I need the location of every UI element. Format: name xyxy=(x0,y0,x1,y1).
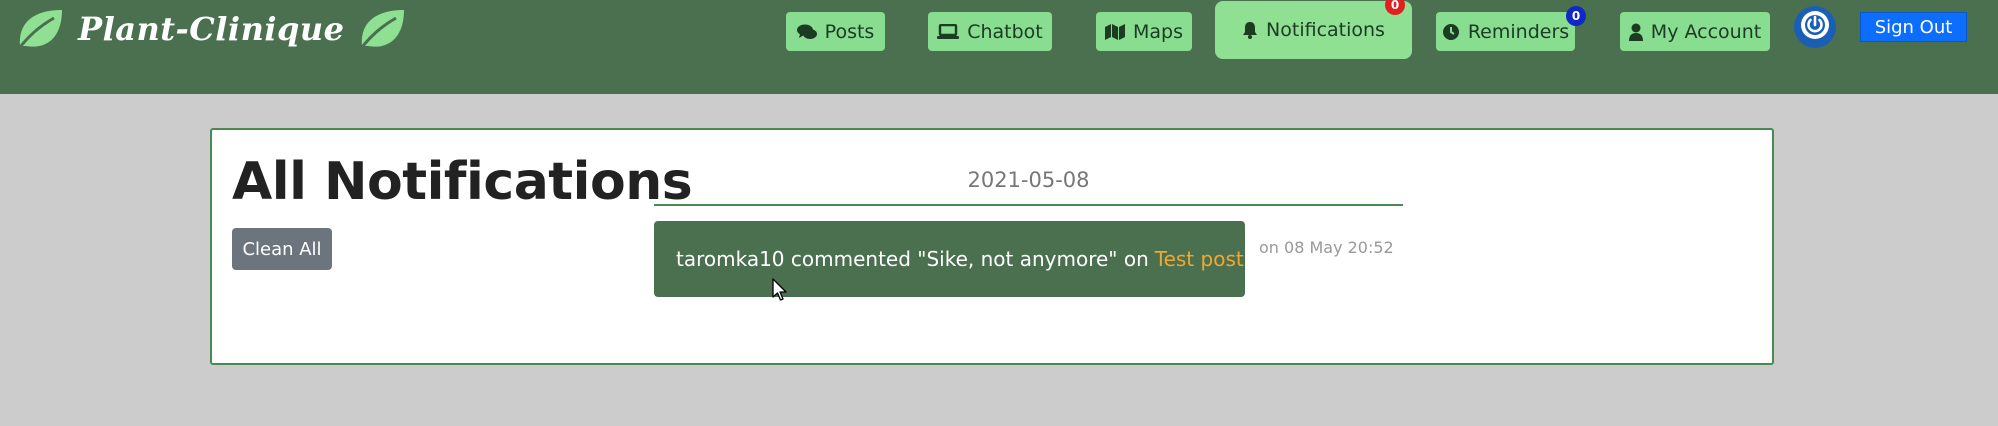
nav-chatbot-label: Chatbot xyxy=(967,20,1043,43)
clock-icon xyxy=(1442,23,1460,41)
nav-notifications-label: Notifications xyxy=(1266,19,1385,41)
nav-reminders-label: Reminders xyxy=(1467,20,1570,43)
leaf-icon xyxy=(14,6,66,52)
bell-icon xyxy=(1242,21,1258,39)
notification-timestamp: on 08 May 20:52 xyxy=(1259,238,1394,257)
mouse-cursor-icon xyxy=(772,278,788,306)
notification-text: taromka10 commented "Sike, not anymore" … xyxy=(676,247,1149,271)
nav-my-account-label: My Account xyxy=(1650,20,1762,43)
notification-item[interactable]: taromka10 commented "Sike, not anymore" … xyxy=(654,221,1245,297)
notifications-count-badge: 0 xyxy=(1385,0,1405,15)
nav-posts-button[interactable]: Posts xyxy=(786,12,885,51)
notifications-card: All Notifications Clean All 2021-05-08 t… xyxy=(210,128,1774,365)
page-title: All Notifications xyxy=(232,152,693,212)
nav-notifications-button[interactable]: Notifications 0 xyxy=(1215,0,1412,59)
nav-maps-label: Maps xyxy=(1133,20,1183,43)
nav-reminders-button[interactable]: Reminders 0 xyxy=(1436,6,1586,51)
power-icon xyxy=(1800,10,1830,44)
navbar: Plant-Clinique Posts Chatbot Maps Notifi… xyxy=(0,0,1998,94)
reminders-count-badge: 0 xyxy=(1566,6,1586,26)
notification-date-heading: 2021-05-08 xyxy=(654,168,1403,206)
map-icon xyxy=(1105,23,1125,40)
user-icon xyxy=(1628,23,1643,41)
nav-my-account-button[interactable]: My Account xyxy=(1620,12,1770,51)
nav-chatbot-button[interactable]: Chatbot xyxy=(928,12,1052,51)
laptop-icon xyxy=(937,23,960,40)
notification-post-link[interactable]: Test post xyxy=(1155,247,1244,271)
leaf-icon xyxy=(356,6,408,52)
brand[interactable]: Plant-Clinique xyxy=(14,4,408,54)
brand-name: Plant-Clinique xyxy=(78,10,345,48)
sign-out-button[interactable]: Sign Out xyxy=(1860,12,1967,42)
power-button[interactable] xyxy=(1794,6,1836,48)
nav-posts-label: Posts xyxy=(824,20,875,43)
comments-icon xyxy=(796,24,817,40)
clean-all-button[interactable]: Clean All xyxy=(232,228,332,270)
nav-maps-button[interactable]: Maps xyxy=(1096,12,1192,51)
